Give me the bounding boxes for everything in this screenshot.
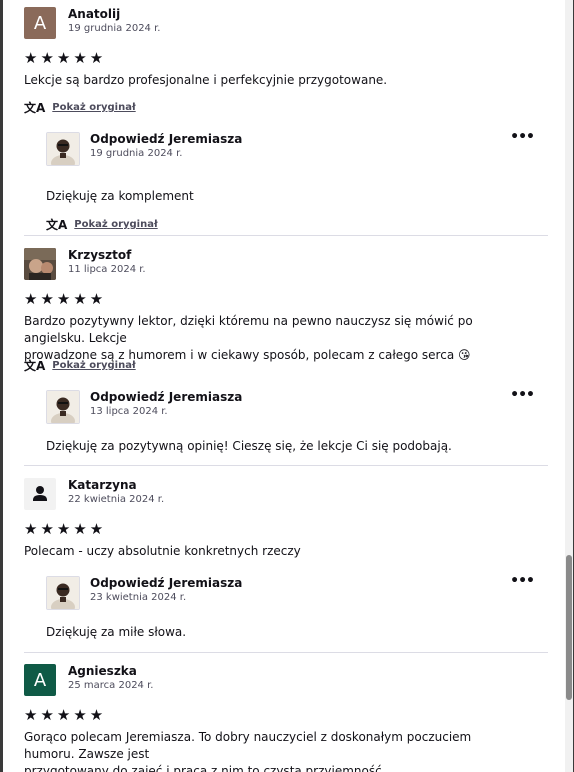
avatar: A	[24, 664, 56, 696]
review-text: Lekcje są bardzo profesjonalne i perfekc…	[24, 73, 388, 87]
show-original-link[interactable]: Pokaż oryginał	[74, 219, 157, 230]
star-rating: ★★★★★	[24, 520, 107, 538]
reply-text: Dziękuję za miłe słowa.	[46, 625, 187, 639]
show-original: 文A Pokaż oryginał	[24, 357, 136, 374]
avatar	[24, 478, 56, 510]
review-date: 22 kwietnia 2024 r.	[68, 494, 165, 505]
translate-icon: 文A	[24, 101, 46, 115]
user-icon	[33, 486, 47, 501]
reply-author: Odpowiedź Jeremiasza	[90, 132, 243, 146]
review-date: 11 lipca 2024 r.	[68, 264, 146, 275]
star-rating: ★★★★★	[24, 290, 107, 308]
reply-text: Dziękuję za pozytywną opinię! Cieszę się…	[46, 439, 452, 453]
reply-date: 13 lipca 2024 r.	[90, 406, 168, 417]
star-rating: ★★★★★	[24, 49, 107, 67]
teacher-avatar	[46, 576, 80, 610]
star-rating: ★★★★★	[24, 706, 107, 724]
reply-date: 19 grudnia 2024 r.	[90, 148, 183, 159]
avatar: A	[24, 7, 56, 39]
show-original-link[interactable]: Pokaż oryginał	[52, 102, 135, 113]
reviewer-name: Katarzyna	[68, 478, 137, 492]
review-text-line: Bardzo pozytywny lektor, dzięki któremu …	[24, 314, 473, 345]
more-options-icon[interactable]: •••	[510, 387, 535, 403]
show-original: 文A Pokaż oryginał	[46, 216, 158, 233]
teacher-avatar	[46, 132, 80, 166]
reply-author: Odpowiedź Jeremiasza	[90, 576, 243, 590]
divider	[24, 235, 548, 236]
review-date: 25 marca 2024 r.	[68, 680, 154, 691]
reply-author: Odpowiedź Jeremiasza	[90, 390, 243, 404]
reviewer-name: Krzysztof	[68, 248, 132, 262]
reviews-panel: A Anatolij 19 grudnia 2024 r. ★★★★★ Lekc…	[3, 0, 573, 772]
reply-date: 23 kwietnia 2024 r.	[90, 592, 187, 603]
more-options-icon[interactable]: •••	[510, 129, 535, 145]
teacher-avatar	[46, 390, 80, 424]
show-original: 文A Pokaż oryginał	[24, 99, 136, 116]
translate-icon: 文A	[24, 359, 46, 373]
review-text: Gorąco polecam Jeremiasza. To dobry nauc…	[24, 729, 524, 772]
translate-icon: 文A	[46, 218, 68, 232]
show-original-link[interactable]: Pokaż oryginał	[52, 360, 135, 371]
review-text: Polecam - uczy absolutnie konkretnych rz…	[24, 544, 301, 558]
reviewer-name: Anatolij	[68, 7, 121, 21]
reviewer-name: Agnieszka	[68, 664, 137, 678]
scrollbar-thumb[interactable]	[566, 555, 572, 700]
avatar	[24, 248, 56, 280]
more-options-icon[interactable]: •••	[510, 573, 535, 589]
divider	[24, 652, 548, 653]
divider	[24, 465, 548, 466]
review-date: 19 grudnia 2024 r.	[68, 23, 161, 34]
reply-text: Dziękuję za komplement	[46, 189, 194, 203]
scrollbar-track[interactable]	[565, 0, 573, 772]
review-text-line: przygotowany do zajęć i praca z nim to c…	[24, 764, 386, 772]
review-text-line: Gorąco polecam Jeremiasza. To dobry nauc…	[24, 730, 472, 761]
